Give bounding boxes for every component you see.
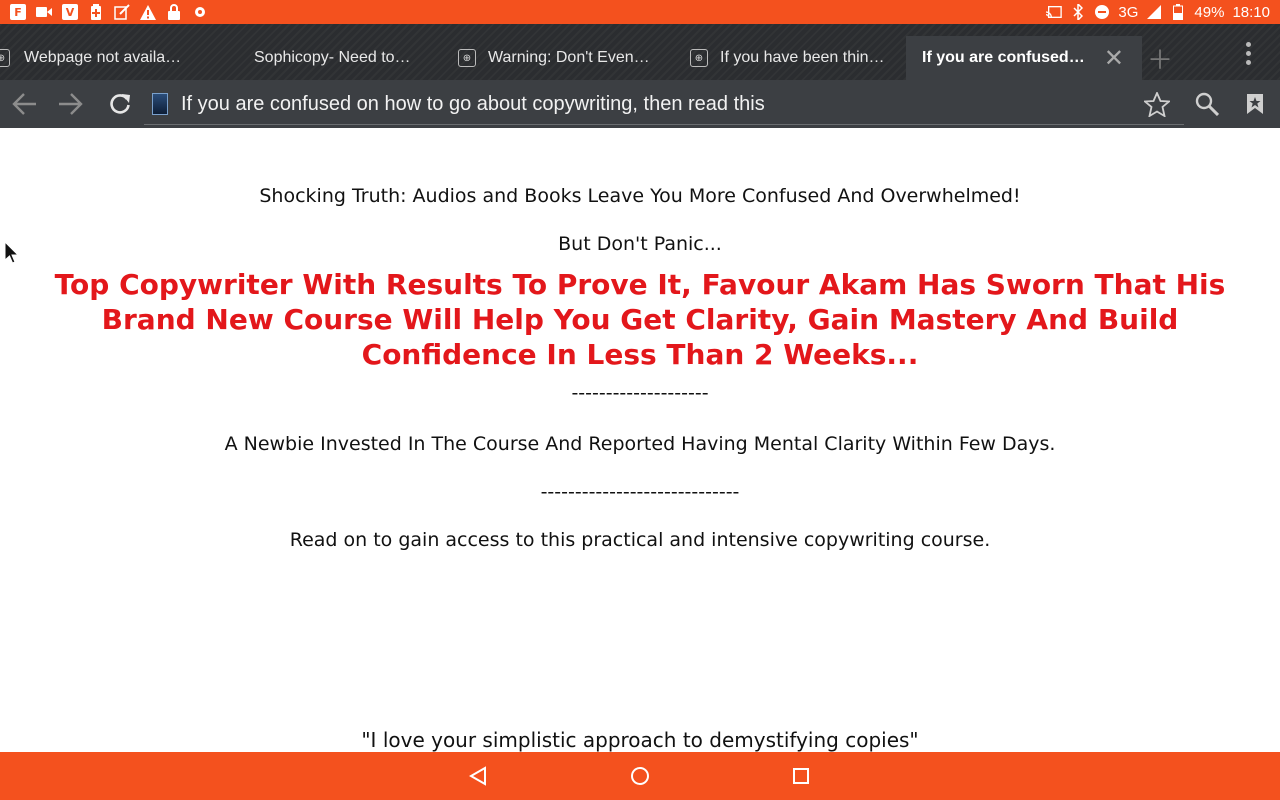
tab-title: If you have been thin…	[720, 49, 885, 66]
nav-back-button[interactable]	[448, 752, 508, 800]
browser-toolbar: If you are confused on how to go about c…	[0, 80, 1280, 128]
tab-warning[interactable]: ⊕ Warning: Don't Even…	[458, 36, 666, 80]
network-type: 3G	[1118, 3, 1139, 21]
plus-icon: ＋	[1146, 45, 1173, 76]
star-icon	[1144, 91, 1170, 117]
battery-saver-icon	[88, 4, 104, 20]
tab-if-you-have-been[interactable]: ⊕ If you have been thin…	[690, 36, 900, 80]
tab-title: Webpage not availa…	[24, 49, 182, 66]
tab-title: Warning: Don't Even…	[488, 49, 650, 66]
bluetooth-icon	[1070, 4, 1086, 20]
overflow-menu-button[interactable]	[1238, 38, 1258, 68]
home-circle-icon	[631, 767, 649, 785]
vimeo-icon: V	[62, 4, 78, 20]
site-favicon	[152, 93, 168, 115]
close-tab-icon[interactable]: ✕	[1104, 36, 1124, 80]
back-triangle-icon	[469, 766, 486, 786]
new-tab-button[interactable]: ＋	[1136, 36, 1184, 80]
tab-title: If you are confused…	[922, 49, 1085, 66]
divider-dashes: --------------------	[571, 382, 709, 404]
dnd-icon	[1094, 4, 1110, 20]
search-icon	[1195, 92, 1219, 116]
warning-icon	[140, 4, 156, 20]
reload-icon	[110, 94, 130, 114]
recents-square-icon	[793, 768, 809, 784]
flipboard-icon: F	[10, 4, 26, 20]
battery-icon	[1170, 4, 1186, 20]
subheadline-shocking-truth: Shocking Truth: Audios and Books Leave Y…	[259, 185, 1021, 207]
clock: 18:10	[1232, 3, 1270, 21]
bookmark-star-button[interactable]	[1144, 80, 1170, 128]
edit-icon	[114, 4, 130, 20]
menu-dot	[1245, 41, 1251, 47]
nav-recents-button[interactable]	[771, 752, 831, 800]
tab-title: Sophicopy- Need to…	[254, 49, 411, 66]
read-on-line: Read on to gain access to this practical…	[289, 529, 991, 551]
menu-dot	[1245, 59, 1251, 65]
update-icon	[192, 4, 208, 20]
main-headline: Top Copywriter With Results To Prove It,…	[54, 268, 1226, 371]
find-in-page-button[interactable]	[1195, 80, 1219, 128]
divider-dashes: -----------------------------	[540, 481, 740, 503]
tab-if-you-are-confused[interactable]: If you are confused… ✕	[906, 36, 1142, 80]
battery-level: 49%	[1194, 3, 1225, 21]
status-bar: F V 3G 49% 18:10	[0, 0, 1280, 24]
globe-icon: ⊕	[458, 49, 476, 67]
tab-strip: ⊕ Webpage not availa… Sophicopy- Need to…	[0, 24, 1280, 80]
menu-dot	[1245, 50, 1251, 56]
nav-home-button[interactable]	[610, 752, 670, 800]
url-bar[interactable]: If you are confused on how to go about c…	[181, 80, 765, 128]
mouse-cursor-icon	[4, 241, 20, 264]
tab-sophicopy[interactable]: Sophicopy- Need to…	[224, 36, 432, 80]
forward-arrow-icon	[59, 93, 83, 115]
back-button[interactable]	[2, 80, 46, 128]
globe-icon: ⊕	[690, 49, 708, 67]
web-page-content: Shocking Truth: Audios and Books Leave Y…	[0, 128, 1280, 752]
bookmark-icon	[1247, 94, 1263, 114]
url-bar-underline	[144, 124, 1184, 125]
lock-icon	[166, 4, 182, 20]
bookmarks-button[interactable]	[1246, 80, 1264, 128]
system-navigation-bar	[0, 752, 1280, 800]
status-bar-notifications: F V	[10, 4, 208, 20]
status-bar-system: 3G 49% 18:10	[1046, 4, 1270, 21]
subheadline-dont-panic: But Don't Panic...	[558, 233, 722, 255]
testimonial-quote: "I love your simplistic approach to demy…	[361, 728, 919, 752]
page-icon	[224, 49, 242, 67]
forward-button[interactable]	[49, 80, 93, 128]
globe-icon: ⊕	[0, 49, 10, 67]
signal-icon	[1146, 4, 1162, 20]
tab-webpage-not-available[interactable]: ⊕ Webpage not availa…	[0, 36, 200, 80]
cast-icon	[1046, 4, 1063, 20]
video-icon	[36, 4, 52, 20]
back-arrow-icon	[12, 93, 36, 115]
newbie-testimonial-line: A Newbie Invested In The Course And Repo…	[224, 433, 1056, 455]
reload-button[interactable]	[98, 80, 142, 128]
